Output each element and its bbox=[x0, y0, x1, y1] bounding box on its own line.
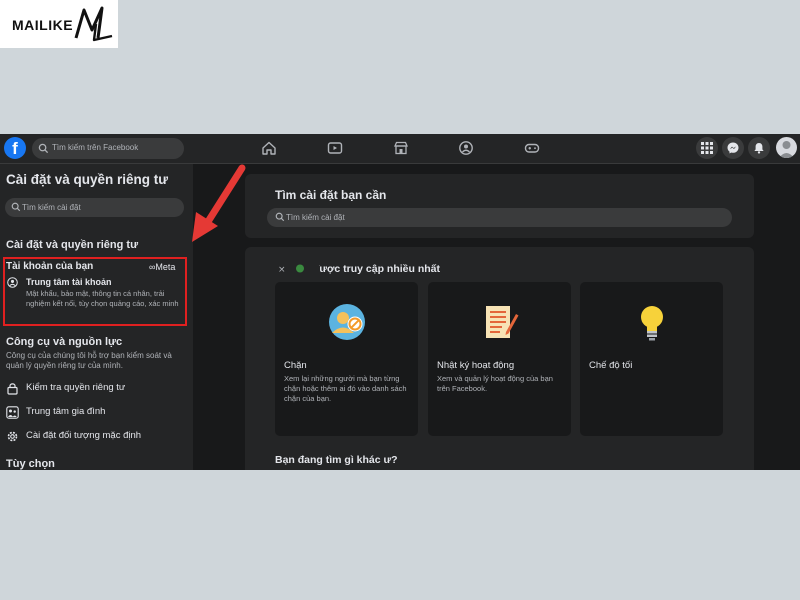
lightbulb-icon bbox=[640, 306, 663, 341]
title-overlay-artifact: × bbox=[275, 262, 319, 275]
settings-sidebar: Cài đặt và quyền riêng tư Tìm kiếm cài đ… bbox=[0, 164, 193, 470]
tile-description: Xem và quản lý hoạt động của bạn trên Fa… bbox=[437, 374, 553, 393]
facebook-search-input[interactable]: Tìm kiếm trên Facebook bbox=[32, 138, 184, 159]
home-icon[interactable] bbox=[261, 140, 277, 156]
ml-monogram-icon bbox=[74, 6, 113, 42]
sidebar-title: Cài đặt và quyền riêng tư bbox=[6, 172, 169, 187]
tools-description: Công cụ của chúng tôi hỗ trợ bạn kiểm so… bbox=[6, 351, 172, 370]
tile-activity-log[interactable]: Nhật ký hoạt động Xem và quản lý hoạt độ… bbox=[428, 282, 571, 436]
top-navigation-bar: f Tìm kiếm trên Facebook bbox=[0, 134, 800, 164]
account-center-link[interactable]: Trung tâm tài khoản bbox=[26, 277, 112, 287]
section-title-tools: Công cụ và nguồn lực bbox=[6, 336, 123, 348]
search-icon bbox=[11, 202, 21, 212]
facebook-logo-icon[interactable]: f bbox=[4, 137, 26, 159]
sidebar-item-default-audience[interactable]: Cài đặt đối tượng mặc định bbox=[6, 428, 186, 444]
search-placeholder: Tìm kiếm cài đặt bbox=[22, 203, 81, 212]
profile-avatar[interactable] bbox=[776, 137, 797, 158]
notifications-button[interactable] bbox=[748, 137, 770, 159]
notifications-icon bbox=[754, 143, 764, 154]
search-placeholder: Tìm kiếm cài đặt bbox=[286, 213, 345, 222]
search-icon bbox=[275, 212, 285, 222]
watermark-text: MAILIKE bbox=[12, 17, 74, 33]
avatar-icon bbox=[779, 141, 794, 158]
looking-for-else-title: Bạn đang tìm gì khác ư? bbox=[275, 454, 398, 466]
meta-label: Meta bbox=[155, 262, 176, 272]
red-arrow-annotation bbox=[192, 164, 246, 242]
close-icon: × bbox=[278, 264, 304, 275]
sidebar-item-label: Cài đặt đối tượng mặc định bbox=[26, 430, 142, 441]
menu-grid-button[interactable] bbox=[696, 137, 718, 159]
most-visited-card: Cài đặt được truy cập nhiều nhất × Chặn … bbox=[245, 247, 754, 470]
sidebar-item-privacy-checkup[interactable]: Kiểm tra quyền riêng tư bbox=[6, 380, 186, 396]
block-icon bbox=[328, 304, 365, 340]
marketplace-icon[interactable] bbox=[393, 140, 409, 156]
tile-description: Xem lại những người mà bạn từng chặn hoặ… bbox=[284, 374, 407, 403]
tile-dark-mode[interactable]: Chế độ tối bbox=[580, 282, 723, 436]
tile-title: Chặn bbox=[284, 360, 307, 371]
account-center-icon bbox=[7, 277, 18, 288]
messenger-button[interactable] bbox=[722, 137, 744, 159]
svg-text:×: × bbox=[278, 265, 286, 275]
messenger-icon bbox=[727, 142, 739, 154]
main-settings-search-input[interactable]: Tìm kiếm cài đặt bbox=[267, 208, 732, 227]
watermark-logo: MAILIKE bbox=[0, 0, 118, 48]
section-title-settings-privacy: Cài đặt và quyền riêng tư bbox=[6, 239, 139, 251]
watch-icon[interactable] bbox=[327, 140, 343, 156]
menu-grid-icon bbox=[701, 142, 713, 154]
search-icon bbox=[38, 143, 49, 154]
sidebar-item-family-center[interactable]: Trung tâm gia đình bbox=[6, 404, 186, 420]
activity-log-icon bbox=[485, 306, 518, 338]
sidebar-item-label: Kiểm tra quyền riêng tư bbox=[26, 382, 126, 393]
meta-logo: ∞Meta bbox=[149, 262, 175, 272]
groups-icon[interactable] bbox=[458, 140, 474, 156]
find-settings-card: Tìm cài đặt bạn cần Tìm kiếm cài đặt bbox=[245, 174, 754, 238]
tile-title: Nhật ký hoạt động bbox=[437, 360, 515, 371]
gear-icon bbox=[7, 431, 18, 442]
search-placeholder: Tìm kiếm trên Facebook bbox=[52, 143, 139, 152]
facebook-settings-screenshot: f Tìm kiếm trên Facebook Cài đặt và quyề… bbox=[0, 134, 800, 470]
family-icon bbox=[6, 406, 19, 419]
your-account-heading: Tài khoản của bạn bbox=[6, 261, 94, 272]
tile-title: Chế độ tối bbox=[589, 360, 633, 371]
account-center-description: Mật khẩu, bảo mật, thông tin cá nhân, tr… bbox=[26, 289, 179, 308]
sidebar-item-label: Trung tâm gia đình bbox=[26, 406, 106, 417]
settings-search-input[interactable]: Tìm kiếm cài đặt bbox=[5, 198, 184, 217]
tile-block[interactable]: Chặn Xem lại những người mà bạn từng chặ… bbox=[275, 282, 418, 436]
find-settings-title: Tìm cài đặt bạn cần bbox=[275, 188, 387, 202]
gaming-icon[interactable] bbox=[524, 140, 540, 156]
section-title-options: Tùy chọn bbox=[6, 458, 55, 470]
lock-icon bbox=[7, 383, 18, 395]
